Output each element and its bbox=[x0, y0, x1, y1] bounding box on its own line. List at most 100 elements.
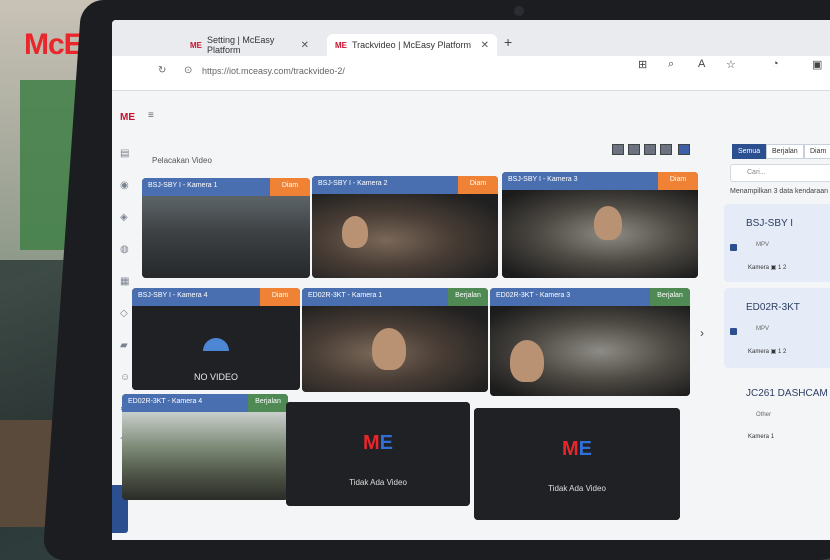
layout-grid-button[interactable] bbox=[678, 144, 690, 155]
layout-2-button[interactable] bbox=[628, 144, 640, 155]
video-tile[interactable]: ED02R-3KT - Kamera 1 Berjalan bbox=[302, 288, 488, 392]
new-tab-button[interactable]: + bbox=[504, 34, 512, 50]
video-tile[interactable]: BSJ-SBY I - Kamera 2 Diam bbox=[312, 176, 498, 278]
camera-numbers[interactable]: 1 2 bbox=[778, 265, 786, 271]
camera-label: Kamera bbox=[748, 265, 770, 271]
zoom-icon[interactable]: ⌕ bbox=[668, 58, 674, 71]
lock-icon[interactable]: ⊙ bbox=[184, 65, 192, 76]
close-icon[interactable]: ✕ bbox=[481, 40, 489, 51]
vehicle-card[interactable]: ED02R-3KT MPV Kamera ▣ 1 2 bbox=[724, 288, 830, 368]
status-badge: Berjalan bbox=[650, 288, 690, 306]
tab-label: Trackvideo | McEasy Platform bbox=[352, 40, 472, 50]
tile-title: ED02R-3KT - Kamera 3 bbox=[490, 288, 650, 306]
status-badge: Diam bbox=[270, 178, 310, 196]
layout-4-button[interactable] bbox=[660, 144, 672, 155]
tile-title: BSJ-SBY I - Kamera 1 bbox=[142, 178, 270, 196]
search-input[interactable]: Cari... bbox=[730, 164, 830, 182]
camera-list: Kamera 1 bbox=[748, 434, 774, 440]
camera-label: Kamera bbox=[748, 349, 770, 355]
camera-numbers[interactable]: 1 2 bbox=[778, 349, 786, 355]
camera-numbers[interactable]: 1 bbox=[771, 434, 774, 440]
vehicle-icon[interactable]: ▰ bbox=[120, 340, 128, 351]
camera-list: Kamera ▣ 1 2 bbox=[748, 265, 787, 271]
vehicle-type: Other bbox=[756, 412, 772, 418]
read-aloud-icon[interactable]: A bbox=[698, 58, 705, 70]
app-logo[interactable]: ME bbox=[120, 112, 135, 123]
tab-trackvideo[interactable]: ME Trackvideo | McEasy Platform ✕ bbox=[327, 34, 497, 56]
camera-dome-icon bbox=[203, 338, 229, 351]
mceasy-logo-icon: ME bbox=[362, 432, 393, 454]
vehicle-card[interactable]: BSJ-SBY I MPV Kamera ▣ 1 2 bbox=[724, 204, 830, 282]
tile-title: ED02R-3KT - Kamera 1 bbox=[302, 288, 448, 306]
tile-title: BSJ-SBY I - Kamera 2 bbox=[312, 176, 458, 194]
camera-feed: NO VIDEO bbox=[132, 306, 300, 390]
vehicle-title: JC261 DASHCAM bbox=[746, 388, 828, 399]
layout-3-button[interactable] bbox=[644, 144, 656, 155]
tab-setting[interactable]: ME Setting | McEasy Platform ✕ bbox=[182, 34, 317, 56]
driver-face bbox=[342, 216, 368, 248]
checkbox[interactable] bbox=[730, 244, 737, 251]
no-video-label: Tidak Ada Video bbox=[548, 484, 606, 493]
menu-icon[interactable]: ≡ bbox=[148, 110, 154, 121]
laptop-screen: ME Setting | McEasy Platform ✕ ME Trackv… bbox=[112, 20, 830, 540]
webcam bbox=[514, 6, 524, 16]
vehicle-type: MPV bbox=[756, 242, 770, 248]
layout-1-button[interactable] bbox=[612, 144, 624, 155]
tab-label: Setting | McEasy Platform bbox=[207, 35, 275, 55]
vehicle-card[interactable]: JC261 DASHCAM Other Kamera 1 bbox=[724, 374, 830, 454]
camera-feed: ME Tidak Ada Video bbox=[286, 402, 470, 506]
video-tile[interactable]: ED02R-3KT - Kamera 4 Berjalan bbox=[122, 394, 288, 500]
video-tile[interactable]: BSJ-SBY I - Kamera 1 Diam bbox=[142, 178, 310, 278]
apps-icon[interactable]: ⊞ bbox=[638, 58, 647, 71]
reload-icon[interactable]: ↻ bbox=[158, 65, 166, 76]
status-badge: Berjalan bbox=[448, 288, 488, 306]
status-badge: Diam bbox=[458, 176, 498, 194]
camera-feed: ME Tidak Ada Video bbox=[474, 408, 680, 520]
camera-feed bbox=[142, 196, 310, 278]
signal-icon[interactable]: ◈ bbox=[120, 212, 128, 223]
status-badge: Diam bbox=[260, 288, 300, 306]
video-tile[interactable]: ME Tidak Ada Video bbox=[286, 402, 470, 506]
camera-label: Kamera bbox=[748, 434, 770, 440]
status-badge: Diam bbox=[658, 172, 698, 190]
video-tile[interactable]: ED02R-3KT - Kamera 3 Berjalan bbox=[490, 288, 690, 396]
camera-feed bbox=[122, 412, 288, 500]
filter-berjalan-button[interactable]: Berjalan bbox=[766, 144, 804, 159]
camera-feed bbox=[502, 190, 698, 278]
tile-title: ED02R-3KT - Kamera 4 bbox=[122, 394, 248, 412]
url-field[interactable]: https://iot.mceasy.com/trackvideo-2/ bbox=[202, 66, 345, 76]
no-video-label: Tidak Ada Video bbox=[349, 478, 407, 487]
user-icon[interactable]: ☺ bbox=[120, 372, 130, 383]
page-title: Pelacakan Video bbox=[152, 156, 212, 165]
driver-face bbox=[594, 206, 622, 240]
collections-icon[interactable]: ▣ bbox=[812, 58, 822, 71]
camera-feed bbox=[312, 194, 498, 278]
tile-title: BSJ-SBY I - Kamera 3 bbox=[502, 172, 658, 190]
tile-title: BSJ-SBY I - Kamera 4 bbox=[132, 288, 260, 306]
notification-icon[interactable]: ◍ bbox=[120, 244, 129, 255]
report-icon[interactable]: ▦ bbox=[120, 276, 129, 287]
vehicle-title: ED02R-3KT bbox=[746, 302, 800, 313]
favorite-star-icon[interactable]: ☆ bbox=[726, 58, 736, 71]
driver-face bbox=[372, 328, 406, 370]
filter-semua-button[interactable]: Semua bbox=[732, 144, 767, 159]
extensions-icon[interactable]: ◔ bbox=[772, 58, 779, 70]
vehicle-type: MPV bbox=[756, 326, 770, 332]
video-tile[interactable]: ME Tidak Ada Video bbox=[474, 408, 680, 520]
chevron-right-icon[interactable]: › bbox=[700, 326, 704, 340]
video-tile[interactable]: BSJ-SBY I - Kamera 4 Diam NO VIDEO bbox=[132, 288, 300, 390]
dashboard-icon[interactable]: ▤ bbox=[120, 148, 129, 159]
filter-diam-button[interactable]: Diam bbox=[804, 144, 830, 159]
checkbox[interactable] bbox=[730, 328, 737, 335]
close-icon[interactable]: ✕ bbox=[301, 40, 309, 51]
tracking-icon[interactable]: ◉ bbox=[120, 180, 129, 191]
result-count: Menampilkan 3 data kendaraan bbox=[730, 188, 829, 195]
camera-feed bbox=[302, 306, 488, 392]
video-tile[interactable]: BSJ-SBY I - Kamera 3 Diam bbox=[502, 172, 698, 278]
no-video-label: NO VIDEO bbox=[193, 372, 238, 382]
vehicle-title: BSJ-SBY I bbox=[746, 218, 794, 229]
camera-feed bbox=[490, 306, 690, 396]
mceasy-favicon-icon: ME bbox=[190, 40, 202, 50]
status-badge: Berjalan bbox=[248, 394, 288, 412]
route-icon[interactable]: ◇ bbox=[120, 308, 128, 319]
